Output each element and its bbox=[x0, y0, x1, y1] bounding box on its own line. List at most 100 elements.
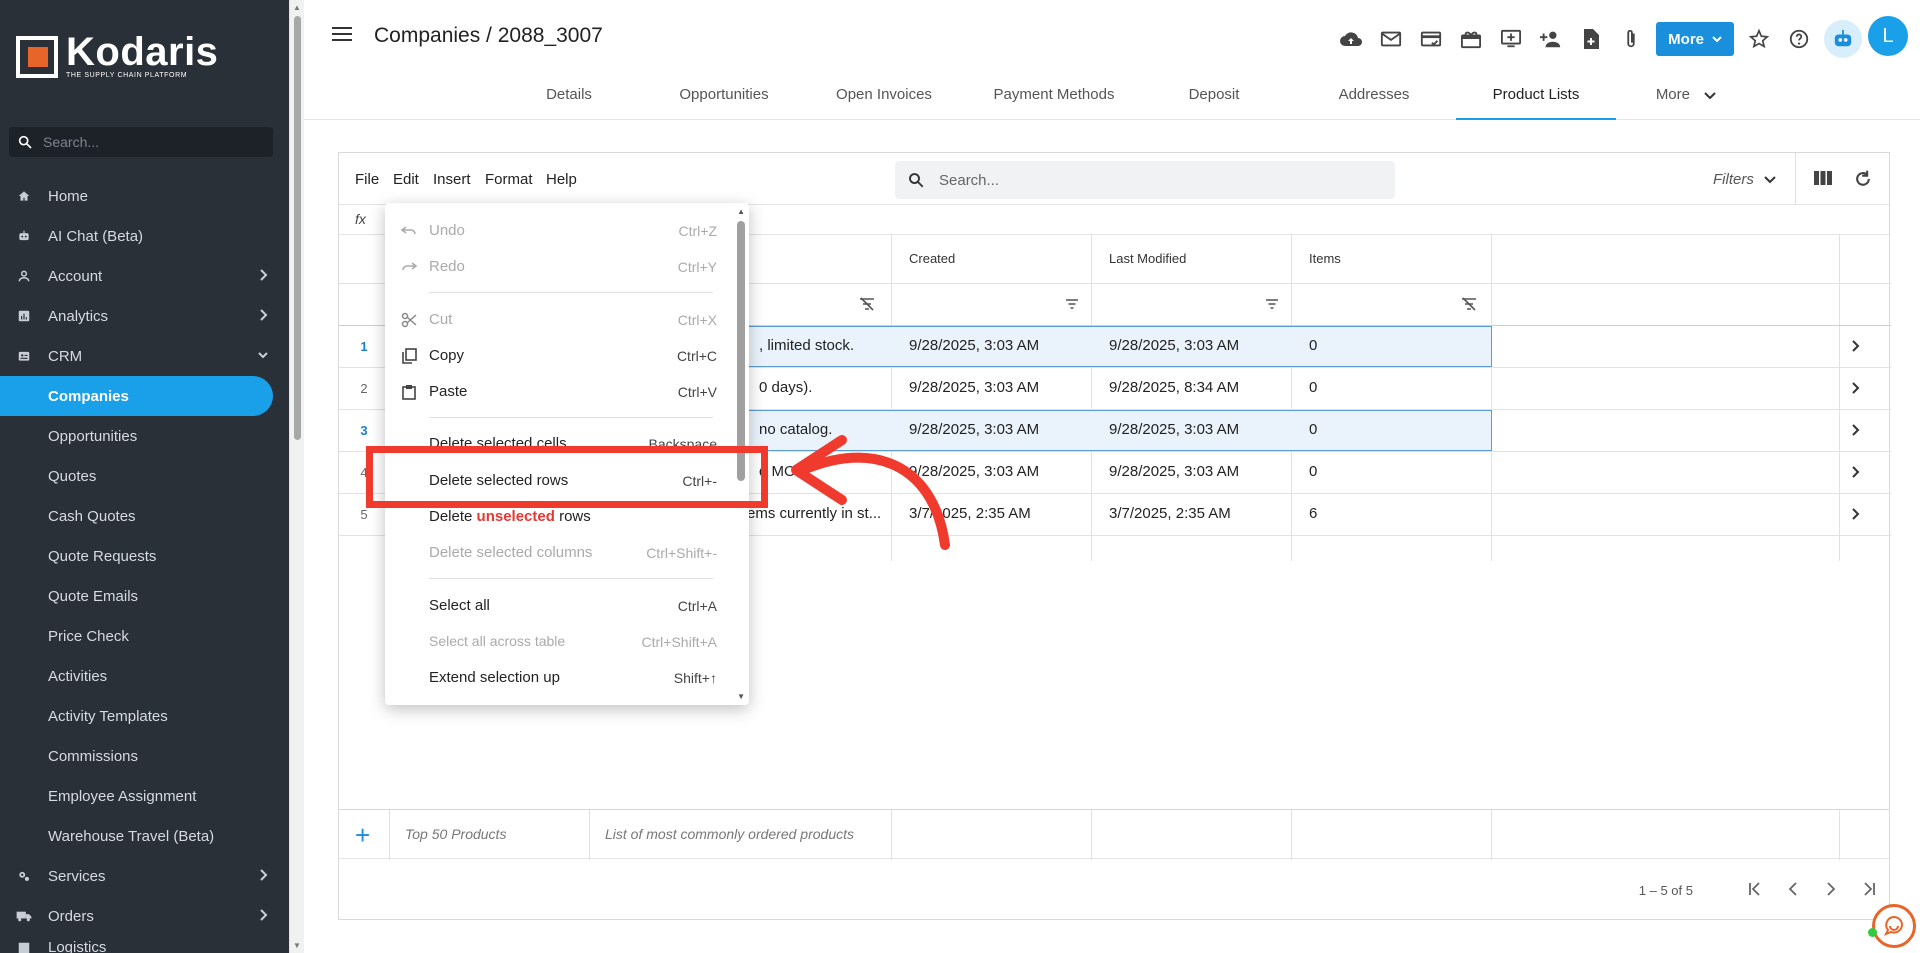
add-document-icon[interactable] bbox=[1576, 24, 1606, 54]
chevron-right-icon[interactable] bbox=[1851, 381, 1861, 400]
cell-created[interactable]: 9/28/2025, 3:03 AM bbox=[909, 337, 1039, 354]
menu-item-undo[interactable]: Undo Ctrl+Z bbox=[385, 213, 729, 249]
tab-addresses[interactable]: Addresses bbox=[1299, 70, 1449, 120]
sidebar-item-home[interactable]: Home bbox=[0, 176, 289, 216]
columns-icon[interactable] bbox=[1813, 169, 1833, 192]
sidebar-item-quotes[interactable]: Quotes bbox=[0, 456, 289, 496]
cell-created[interactable]: 9/28/2025, 3:03 AM bbox=[909, 421, 1039, 438]
row-number[interactable]: 1 bbox=[339, 339, 389, 354]
attachment-icon[interactable] bbox=[1616, 24, 1646, 54]
column-header-last-modified[interactable]: Last Modified bbox=[1109, 251, 1186, 266]
chevron-right-icon[interactable] bbox=[1851, 465, 1861, 484]
refresh-icon[interactable] bbox=[1853, 169, 1873, 194]
cell-last-modified[interactable]: 9/28/2025, 3:03 AM bbox=[1109, 421, 1239, 438]
tab-open-invoices[interactable]: Open Invoices bbox=[809, 70, 959, 120]
sidebar-item-activity-templates[interactable]: Activity Templates bbox=[0, 696, 289, 736]
help-icon[interactable] bbox=[1784, 24, 1814, 54]
cell-description[interactable]: ems currently in st... bbox=[747, 505, 889, 522]
cell-last-modified[interactable]: 9/28/2025, 8:34 AM bbox=[1109, 379, 1239, 396]
cell-items[interactable]: 0 bbox=[1309, 379, 1317, 396]
sidebar-item-commissions[interactable]: Commissions bbox=[0, 736, 289, 776]
menu-item-cut[interactable]: Cut Ctrl+X bbox=[385, 302, 729, 338]
chevron-right-icon[interactable] bbox=[1851, 423, 1861, 442]
menu-item-copy[interactable]: Copy Ctrl+C bbox=[385, 338, 729, 374]
menu-item-delete-selected-cells[interactable]: Delete selected cells Backspace bbox=[385, 427, 729, 447]
menu-item-extend-selection-up[interactable]: Extend selection up Shift+↑ bbox=[385, 660, 729, 696]
add-person-icon[interactable] bbox=[1536, 24, 1566, 54]
row-number[interactable]: 5 bbox=[339, 507, 389, 522]
menu-file[interactable]: File bbox=[355, 171, 379, 188]
cell-description[interactable]: , limited stock. bbox=[759, 337, 889, 354]
sidebar-item-opportunities[interactable]: Opportunities bbox=[0, 416, 289, 456]
scroll-down-icon[interactable]: ▼ bbox=[293, 941, 301, 950]
next-page-icon[interactable] bbox=[1823, 881, 1839, 902]
sidebar-search-input[interactable] bbox=[43, 134, 263, 150]
cell-description[interactable]: no catalog. bbox=[759, 421, 889, 438]
star-icon[interactable] bbox=[1744, 24, 1774, 54]
previous-page-icon[interactable] bbox=[1785, 881, 1801, 902]
row-number[interactable]: 2 bbox=[339, 381, 389, 396]
grid-search-input[interactable] bbox=[939, 171, 1359, 189]
cell-items[interactable]: 6 bbox=[1309, 505, 1317, 522]
add-to-screen-icon[interactable] bbox=[1496, 24, 1526, 54]
filter-off-icon[interactable] bbox=[1461, 297, 1477, 316]
cell-last-modified[interactable]: 9/28/2025, 3:03 AM bbox=[1109, 337, 1239, 354]
sidebar-item-companies[interactable]: Companies bbox=[0, 376, 273, 416]
column-header-items[interactable]: Items bbox=[1309, 251, 1341, 266]
sidebar-item-services[interactable]: Services bbox=[0, 856, 289, 896]
sidebar-item-orders[interactable]: Orders bbox=[0, 896, 289, 936]
cell-created[interactable]: 3/7/2025, 2:35 AM bbox=[909, 505, 1031, 522]
sidebar-item-cash-quotes[interactable]: Cash Quotes bbox=[0, 496, 289, 536]
sidebar-item-warehouse-travel[interactable]: Warehouse Travel (Beta) bbox=[0, 816, 289, 856]
tab-product-lists[interactable]: Product Lists bbox=[1456, 70, 1616, 120]
last-page-icon[interactable] bbox=[1861, 881, 1877, 902]
sidebar-item-analytics[interactable]: Analytics bbox=[0, 296, 289, 336]
row-number[interactable]: 3 bbox=[339, 423, 389, 438]
menu-scrollbar-thumb[interactable] bbox=[737, 221, 745, 481]
sidebar-item-quote-requests[interactable]: Quote Requests bbox=[0, 536, 289, 576]
brand-logo[interactable]: Kodaris THE SUPPLY CHAIN PLATFORM bbox=[16, 32, 218, 79]
cell-created[interactable]: 9/28/2025, 3:03 AM bbox=[909, 463, 1039, 480]
menu-item-paste[interactable]: Paste Ctrl+V bbox=[385, 374, 729, 410]
cell-created[interactable]: 9/28/2025, 3:03 AM bbox=[909, 379, 1039, 396]
cell-last-modified[interactable]: 9/28/2025, 3:03 AM bbox=[1109, 463, 1239, 480]
filters-dropdown[interactable]: Filters bbox=[1713, 171, 1776, 188]
scroll-up-icon[interactable]: ▲ bbox=[293, 3, 301, 12]
cell-items[interactable]: 0 bbox=[1309, 421, 1317, 438]
chevron-right-icon[interactable] bbox=[1851, 507, 1861, 526]
sidebar-item-account[interactable]: Account bbox=[0, 256, 289, 296]
add-row-button[interactable]: + bbox=[355, 820, 370, 851]
new-row-name[interactable]: Top 50 Products bbox=[405, 826, 506, 842]
cell-items[interactable]: 0 bbox=[1309, 463, 1317, 480]
hamburger-menu-icon[interactable] bbox=[332, 26, 352, 47]
sidebar-item-quote-emails[interactable]: Quote Emails bbox=[0, 576, 289, 616]
scrollbar-thumb[interactable] bbox=[294, 16, 301, 440]
menu-help[interactable]: Help bbox=[546, 171, 577, 188]
menu-item-select-all-across-table[interactable]: Select all across table Ctrl+Shift+A bbox=[385, 624, 729, 660]
filter-icon[interactable] bbox=[1265, 297, 1279, 315]
first-page-icon[interactable] bbox=[1747, 881, 1763, 902]
menu-item-redo[interactable]: Redo Ctrl+Y bbox=[385, 249, 729, 285]
user-avatar[interactable]: L bbox=[1868, 16, 1908, 56]
chat-support-button[interactable] bbox=[1872, 904, 1916, 948]
sidebar-item-employee-assignment[interactable]: Employee Assignment bbox=[0, 776, 289, 816]
sidebar-item-crm[interactable]: CRM bbox=[0, 336, 289, 376]
tab-more[interactable]: More bbox=[1626, 70, 1746, 120]
new-row-description[interactable]: List of most commonly ordered products bbox=[605, 826, 854, 842]
column-header-created[interactable]: Created bbox=[909, 251, 955, 266]
sidebar-item-activities[interactable]: Activities bbox=[0, 656, 289, 696]
sidebar-item-logistics[interactable]: Logistics bbox=[0, 936, 289, 953]
more-actions-button[interactable]: More bbox=[1656, 22, 1734, 56]
mail-icon[interactable] bbox=[1376, 24, 1406, 54]
menu-scroll-up-icon[interactable]: ▲ bbox=[737, 207, 745, 216]
menu-insert[interactable]: Insert bbox=[433, 171, 471, 188]
tab-details[interactable]: Details bbox=[499, 70, 639, 120]
gift-card-icon[interactable] bbox=[1456, 24, 1486, 54]
menu-format[interactable]: Format bbox=[485, 171, 533, 188]
chevron-right-icon[interactable] bbox=[1851, 339, 1861, 358]
cell-last-modified[interactable]: 3/7/2025, 2:35 AM bbox=[1109, 505, 1231, 522]
menu-item-select-all[interactable]: Select all Ctrl+A bbox=[385, 588, 729, 624]
menu-scroll-down-icon[interactable]: ▼ bbox=[737, 692, 745, 701]
cell-description[interactable]: 0 days). bbox=[759, 379, 889, 396]
payment-card-icon[interactable] bbox=[1416, 24, 1446, 54]
